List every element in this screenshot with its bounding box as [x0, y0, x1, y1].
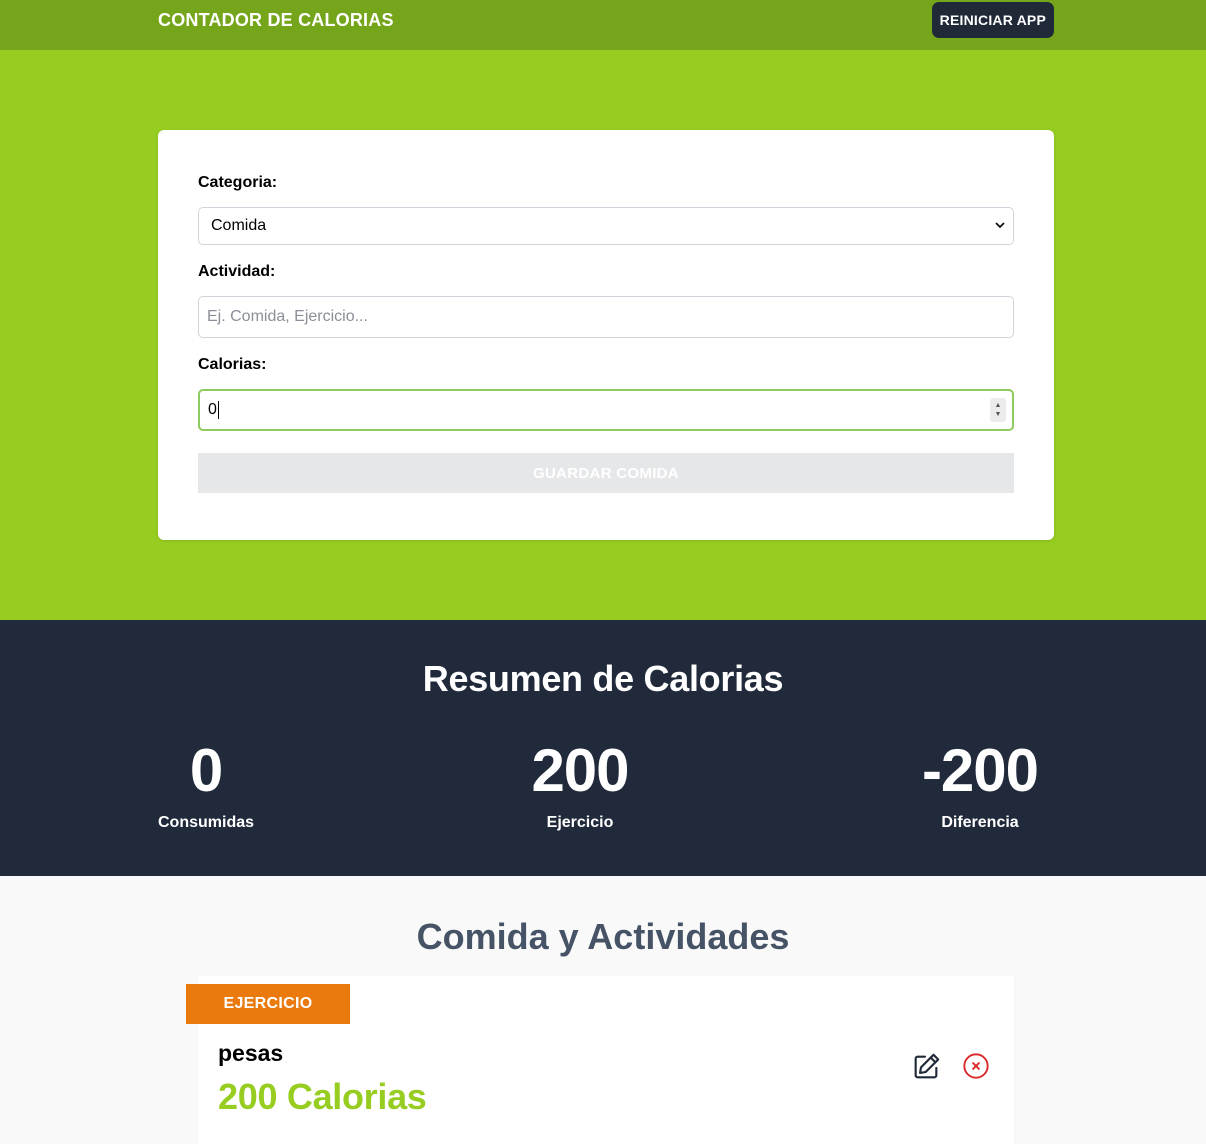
spinner-up-icon[interactable]: ▲	[995, 401, 1002, 410]
list-item: EJERCICIO pesas 200 Calorias	[186, 976, 1014, 1144]
calories-value: 0	[208, 401, 217, 419]
category-select[interactable]: Comida	[198, 207, 1014, 245]
stat-difference: -200 Diferencia	[900, 738, 1060, 832]
number-spinner[interactable]: ▲ ▼	[990, 398, 1006, 422]
spinner-down-icon[interactable]: ▼	[995, 410, 1002, 419]
activities-title: Comida y Actividades	[416, 916, 790, 957]
form-section: Categoria: Comida Actividad: Ej. Comida,…	[0, 50, 1206, 620]
stat-label: Diferencia	[941, 814, 1019, 831]
edit-button[interactable]	[911, 1050, 943, 1082]
app-title: CONTADOR DE CALORIAS	[158, 9, 394, 30]
calorie-summary: Resumen de Calorias 0 Consumidas 200 Eje…	[0, 620, 1206, 876]
calories-input[interactable]: 0 ▲ ▼	[198, 389, 1014, 431]
stat-label: Ejercicio	[546, 814, 614, 831]
chevron-down-icon	[995, 220, 1005, 232]
delete-button[interactable]	[962, 1052, 990, 1080]
activity-calories: 200 Calorias	[218, 1076, 427, 1117]
pencil-square-icon	[911, 1053, 943, 1085]
category-label: Categoria:	[198, 174, 278, 191]
calories-label: Calorias:	[198, 356, 267, 373]
stat-exercise: 200 Ejercicio	[500, 738, 660, 832]
category-badge: EJERCICIO	[186, 984, 350, 1024]
stat-label: Consumidas	[158, 814, 255, 831]
stat-consumed: 0 Consumidas	[158, 738, 254, 832]
top-bar: CONTADOR DE CALORIAS REINICIAR APP	[0, 0, 1206, 50]
save-button[interactable]: GUARDAR COMIDA	[198, 453, 1014, 493]
summary-title: Resumen de Calorias	[422, 658, 784, 699]
text-caret	[217, 400, 219, 419]
activity-placeholder: Ej. Comida, Ejercicio...	[207, 308, 368, 325]
activity-label: Actividad:	[198, 263, 276, 280]
stat-value: -200	[921, 737, 1039, 804]
reset-app-button[interactable]: REINICIAR APP	[931, 2, 1054, 38]
category-selected-value: Comida	[211, 217, 267, 234]
activity-form: Categoria: Comida Actividad: Ej. Comida,…	[158, 130, 1054, 540]
activity-name: pesas	[218, 1040, 284, 1066]
stat-value: 0	[189, 737, 223, 804]
stat-value: 200	[531, 737, 629, 804]
activities-section: Comida y Actividades EJERCICIO pesas 200…	[0, 876, 1206, 1144]
x-circle-icon	[962, 1053, 990, 1083]
activity-input[interactable]: Ej. Comida, Ejercicio...	[198, 296, 1014, 338]
